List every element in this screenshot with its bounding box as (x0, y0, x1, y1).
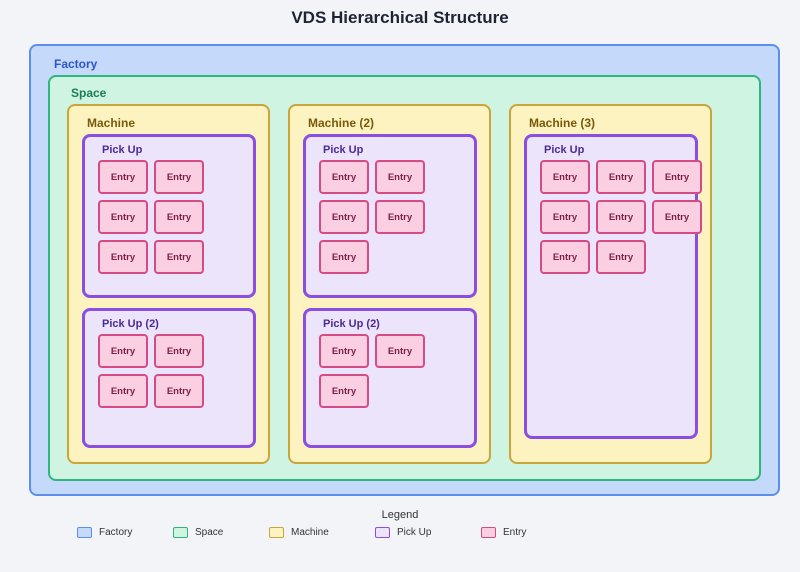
entry-box: Entry (375, 334, 425, 368)
entry-box: Entry (319, 160, 369, 194)
factory-label: Factory (54, 57, 98, 71)
entry-box: Entry (154, 200, 204, 234)
pickup-label: Pick Up (323, 144, 364, 156)
space-label: Space (71, 86, 107, 100)
legend-swatch (77, 527, 92, 538)
legend-item: Factory (77, 527, 132, 538)
pickup-label: Pick Up (544, 144, 585, 156)
legend-swatch (173, 527, 188, 538)
entry-box: Entry (154, 160, 204, 194)
legend-swatch (375, 527, 390, 538)
legend-label: Pick Up (397, 527, 432, 538)
legend-item: Entry (481, 527, 526, 538)
entry-box: Entry (154, 374, 204, 408)
entry-box: Entry (98, 160, 148, 194)
machine-label: Machine (87, 116, 136, 130)
entry-box: Entry (596, 200, 646, 234)
entry-box: Entry (540, 240, 590, 274)
entry-box: Entry (98, 200, 148, 234)
entry-box: Entry (596, 240, 646, 274)
entry-box: Entry (652, 200, 702, 234)
entry-box: Entry (154, 240, 204, 274)
entry-box: Entry (540, 160, 590, 194)
legend-swatch (481, 527, 496, 538)
legend-item: Machine (269, 527, 329, 538)
legend-item: Pick Up (375, 527, 431, 538)
legend-item: Space (173, 527, 223, 538)
machine-label: Machine (3) (529, 116, 596, 130)
legend-title: Legend (381, 509, 419, 521)
entry-box: Entry (319, 240, 369, 274)
entry-box: Entry (319, 334, 369, 368)
pickup-label: Pick Up (2) (323, 318, 380, 330)
legend-swatch (269, 527, 284, 538)
entry-box: Entry (319, 200, 369, 234)
entry-box: Entry (98, 334, 148, 368)
pickup-label: Pick Up (2) (102, 318, 159, 330)
legend-label: Machine (291, 527, 329, 538)
machine-label: Machine (2) (308, 116, 375, 130)
entry-box: Entry (375, 160, 425, 194)
legend-label: Factory (99, 527, 133, 538)
entry-box: Entry (154, 334, 204, 368)
legend-label: Space (195, 527, 224, 538)
entry-box: Entry (98, 240, 148, 274)
legend-label: Entry (503, 527, 527, 538)
diagram-title: VDS Hierarchical Structure (291, 8, 509, 27)
entry-box: Entry (652, 160, 702, 194)
entry-box: Entry (98, 374, 148, 408)
pickup-label: Pick Up (102, 144, 143, 156)
entry-box: Entry (596, 160, 646, 194)
entry-box: Entry (375, 200, 425, 234)
entry-box: Entry (319, 374, 369, 408)
entry-box: Entry (540, 200, 590, 234)
